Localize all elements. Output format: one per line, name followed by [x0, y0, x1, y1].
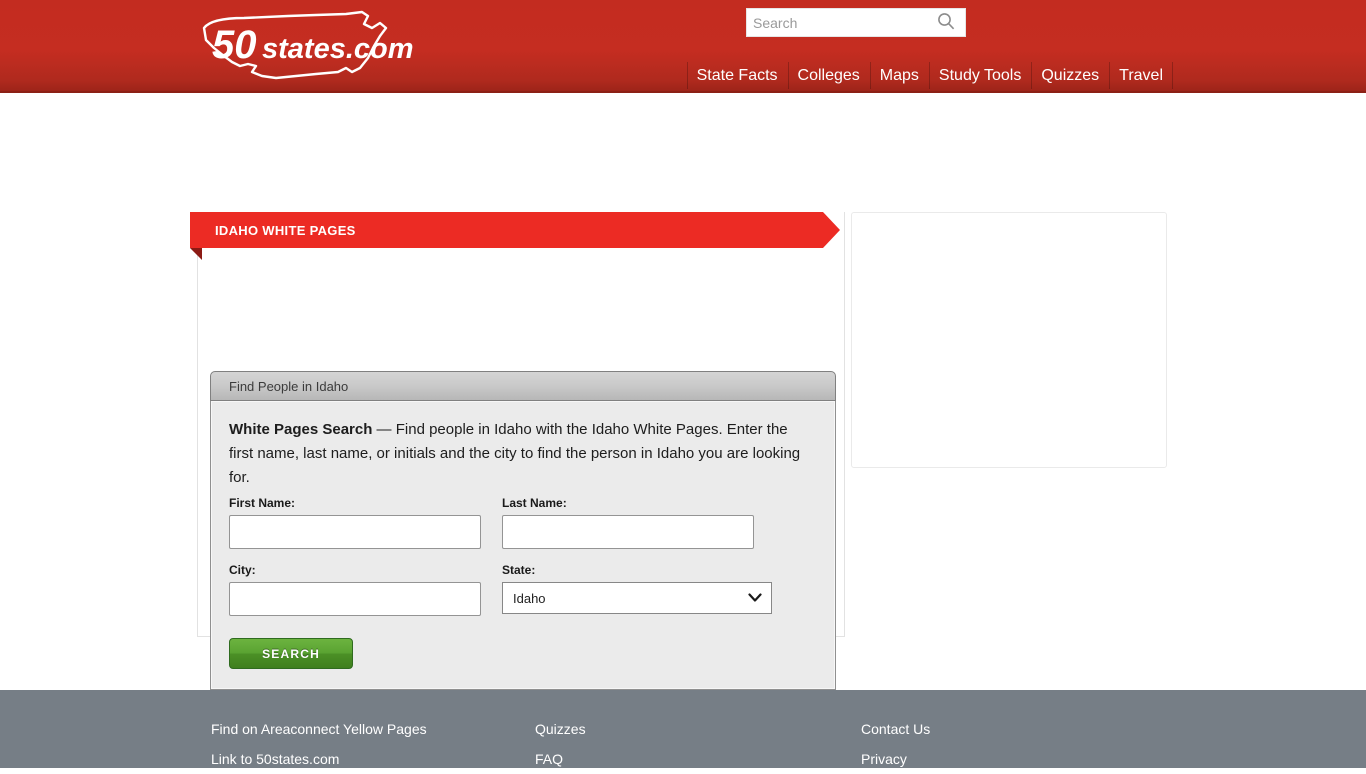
site-footer: Find on Areaconnect Yellow Pages Link to… — [0, 690, 1366, 768]
page-title-ribbon: IDAHO WHITE PAGES — [190, 212, 840, 260]
footer-link-faq[interactable]: FAQ — [535, 744, 563, 774]
footer-column-2: Quizzes FAQ — [535, 714, 861, 774]
find-people-panel-header[interactable]: Find People in Idaho — [210, 371, 836, 401]
footer-link-link-to-site[interactable]: Link to 50states.com — [211, 744, 339, 774]
page-title: IDAHO WHITE PAGES — [215, 222, 356, 238]
state-select[interactable]: Idaho — [502, 582, 772, 614]
page-body: Find People in Idaho White Pages Search … — [0, 93, 1366, 690]
footer-link-areaconnect[interactable]: Find on Areaconnect Yellow Pages — [211, 714, 427, 744]
last-name-field-group: Last Name: — [502, 496, 774, 549]
svg-text:50: 50 — [212, 23, 257, 67]
svg-text:states.com: states.com — [262, 33, 414, 65]
find-people-panel-title: Find People in Idaho — [229, 378, 349, 394]
nav-item-quizzes[interactable]: Quizzes — [1031, 60, 1109, 91]
last-name-label: Last Name: — [502, 496, 567, 510]
city-field-group: City: — [229, 563, 501, 616]
footer-links: Find on Areaconnect Yellow Pages Link to… — [211, 714, 1161, 774]
nav-item-maps[interactable]: Maps — [869, 60, 929, 91]
search-button[interactable] — [931, 9, 961, 36]
state-label: State: — [502, 563, 536, 577]
footer-column-1: Find on Areaconnect Yellow Pages Link to… — [211, 714, 535, 774]
city-label: City: — [229, 563, 256, 577]
field-row-spacer — [229, 549, 817, 559]
footer-link-contact-us[interactable]: Contact Us — [861, 714, 930, 744]
city-input[interactable] — [229, 582, 481, 616]
sidebar-ad-placeholder — [851, 212, 1167, 468]
footer-link-privacy[interactable]: Privacy — [861, 744, 907, 774]
search-submit-button[interactable]: SEARCH — [229, 638, 353, 669]
nav-item-study-tools[interactable]: Study Tools — [928, 60, 1031, 91]
first-name-label: First Name: — [229, 496, 296, 510]
site-header: 50 states.com State Facts Colleges Maps … — [0, 0, 1366, 93]
white-pages-panel: Find People in Idaho White Pages Search … — [197, 212, 845, 690]
state-select-value: Idaho — [513, 590, 546, 606]
name-field-row: First Name: Last Name: — [229, 496, 817, 549]
find-people-panel: Find People in Idaho White Pages Search … — [210, 371, 836, 690]
search-input[interactable] — [747, 9, 931, 36]
nav-item-travel[interactable]: Travel — [1109, 60, 1173, 91]
search-icon — [937, 12, 955, 33]
last-name-input[interactable] — [502, 515, 754, 549]
nav-item-state-facts[interactable]: State Facts — [687, 60, 788, 91]
footer-link-quizzes[interactable]: Quizzes — [535, 714, 586, 744]
intro-heading: White Pages Search — [229, 421, 373, 438]
location-field-row: City: State: Idaho — [229, 563, 817, 616]
state-field-group: State: Idaho — [502, 563, 774, 616]
nav-item-colleges[interactable]: Colleges — [787, 60, 870, 91]
first-name-field-group: First Name: — [229, 496, 501, 549]
chevron-down-icon — [748, 591, 762, 606]
header-search[interactable] — [746, 8, 966, 37]
site-logo[interactable]: 50 states.com — [196, 6, 416, 86]
main-navigation[interactable]: State Facts Colleges Maps Study Tools Qu… — [686, 60, 1174, 91]
footer-column-3: Contact Us Privacy — [861, 714, 1161, 774]
intro-text: White Pages Search — Find people in Idah… — [229, 418, 809, 490]
first-name-input[interactable] — [229, 515, 481, 549]
find-people-panel-body: White Pages Search — Find people in Idah… — [210, 401, 836, 690]
